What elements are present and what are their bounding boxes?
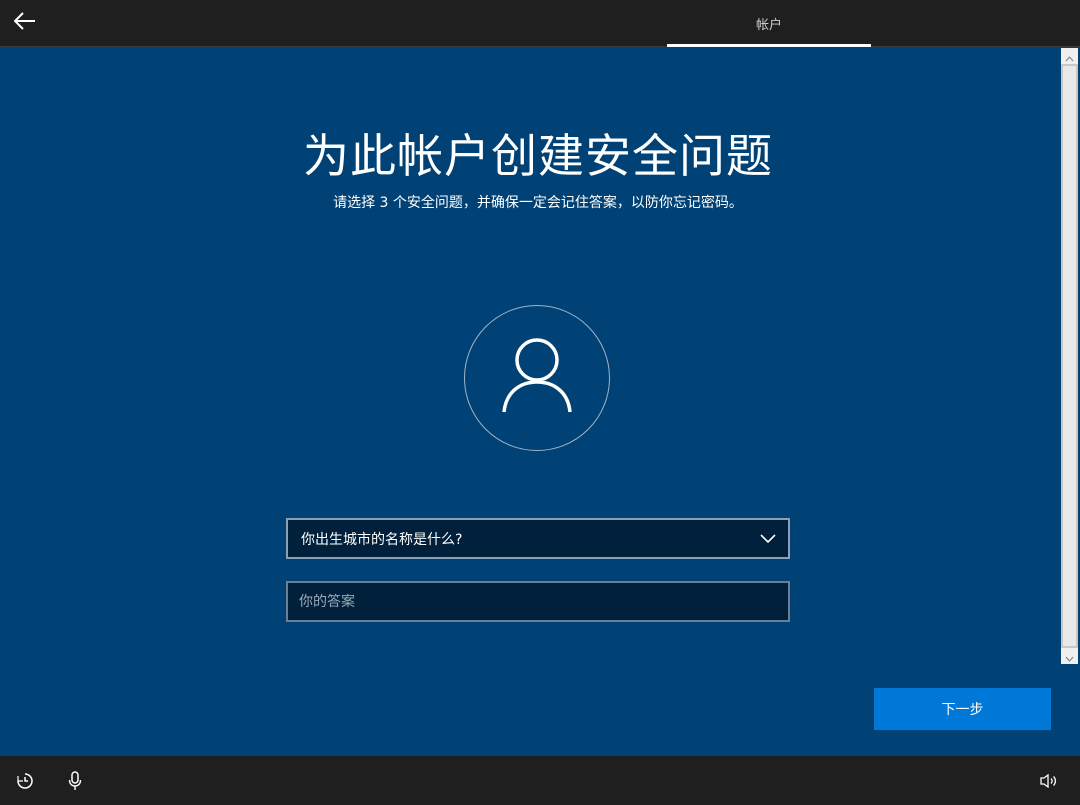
user-icon [501, 336, 573, 420]
next-button[interactable]: 下一步 [874, 688, 1051, 730]
page-title: 为此帐户创建安全问题 [303, 129, 773, 183]
security-answer-input[interactable] [286, 581, 790, 622]
caret-up-icon [1065, 47, 1074, 66]
step-tab-label: 帐户 [755, 17, 782, 33]
microphone-icon[interactable] [62, 768, 88, 794]
ease-of-access-icon[interactable] [12, 768, 38, 794]
step-tab-account: 帐户 [667, 0, 871, 46]
scroll-up-button[interactable] [1061, 48, 1078, 64]
chevron-down-icon [758, 530, 778, 548]
avatar [464, 305, 610, 451]
caret-down-icon [1065, 647, 1074, 666]
back-button[interactable] [8, 6, 42, 40]
security-question-select[interactable]: 你出生城市的名称是什么? [286, 518, 790, 559]
arrow-left-icon [13, 12, 36, 34]
volume-icon[interactable] [1036, 768, 1062, 794]
bottom-bar [0, 756, 1080, 805]
oobe-window: 帐户 为此帐户创建安全问题 请选择 3 个安全问题，并确保一定会记住答案，以防你… [0, 0, 1080, 805]
page-subtitle: 请选择 3 个安全问题，并确保一定会记住答案，以防你忘记密码。 [333, 195, 743, 211]
top-bar: 帐户 [0, 0, 1080, 47]
scroll-down-button[interactable] [1061, 648, 1078, 664]
security-question-selected: 你出生城市的名称是什么? [301, 531, 463, 548]
